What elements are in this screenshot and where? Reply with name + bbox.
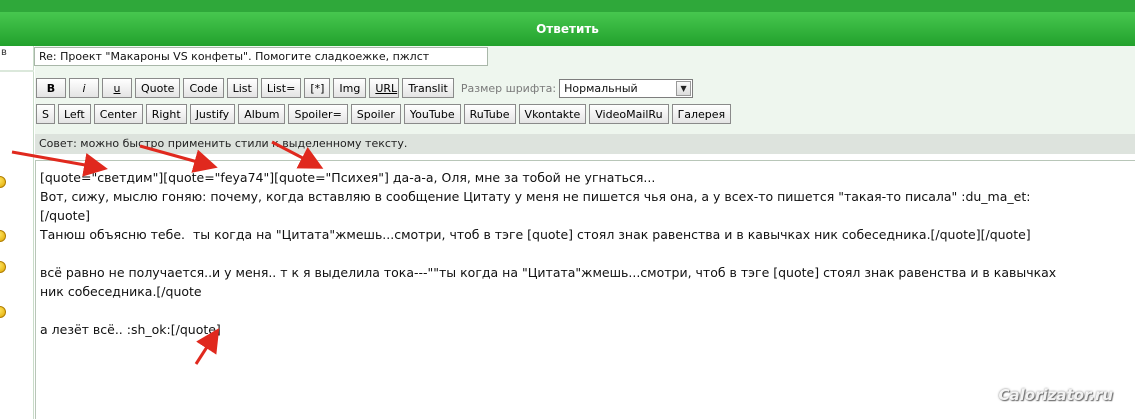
font-size-select[interactable]: Нормальный ▼: [559, 78, 694, 98]
subject-input[interactable]: [34, 47, 488, 66]
right-button[interactable]: Right: [145, 104, 187, 124]
font-size-label: Размер шрифта:: [460, 81, 557, 95]
toolbar-row-1: Bi u Quote Code List List= [*] Img URL Translit Ра…: [36, 78, 694, 98]
editor-line: Вот, сижу, мыслю гоняю: почему, когда вс…: [40, 189, 1031, 204]
bold-button[interactable]: B: [36, 78, 66, 98]
tip-bar: Совет: можно быстро применить стили к вы…: [35, 134, 1135, 154]
chevron-down-icon[interactable]: ▼: [676, 80, 692, 96]
list-item-button[interactable]: [*]: [304, 78, 331, 98]
rutube-button[interactable]: RuTube: [463, 104, 516, 124]
videomailru-button[interactable]: VideoMailRu: [589, 104, 669, 124]
spoiler-eq-button[interactable]: Spoiler=: [288, 104, 348, 124]
album-button[interactable]: Album: [238, 104, 286, 124]
justify-button[interactable]: Justify: [189, 104, 236, 124]
list-button[interactable]: List: [226, 78, 258, 98]
page-title: Ответить: [536, 22, 599, 36]
editor-line: [/quote]: [40, 208, 91, 223]
left-button[interactable]: Left: [57, 104, 91, 124]
top-strip: [0, 0, 1135, 12]
font-size-value: Нормальный: [564, 81, 638, 95]
reply-header: Ответить: [0, 12, 1135, 46]
editor-line: [quote="светдим"][quote="feya74"][quote=…: [40, 170, 656, 185]
img-button[interactable]: Img: [333, 78, 367, 98]
gallery-button[interactable]: Галерея: [671, 104, 732, 124]
editor-line: Танюш объясню тебе. ты когда на "Цитата"…: [40, 227, 1031, 242]
watermark: Calorizator.ru: [998, 386, 1113, 404]
code-button[interactable]: Code: [183, 78, 224, 98]
sidebar-divider: [0, 70, 34, 72]
toolbar-row-2: S Left Center Right Justify Album Spoiler= Spoi…: [36, 104, 732, 124]
url-button[interactable]: URL: [369, 78, 400, 98]
youtube-button[interactable]: YouTube: [403, 104, 461, 124]
quote-button[interactable]: Quote: [135, 78, 181, 98]
vkontakte-button[interactable]: Vkontakte: [518, 104, 587, 124]
underline-button[interactable]: u: [102, 78, 132, 98]
editor-line: всё равно не получается..и у меня.. т к …: [40, 265, 1057, 280]
strike-button[interactable]: S: [36, 104, 55, 124]
editor-line: а лезёт всё.. :sh_ok:[/quote]: [40, 322, 221, 337]
sidebar-label: в: [1, 47, 7, 58]
editor-line: ник собеседника.[/quote: [40, 284, 202, 299]
translit-button[interactable]: Translit: [402, 78, 454, 98]
message-text[interactable]: [quote="светдим"][quote="feya74"][quote=…: [40, 168, 1130, 339]
spoiler-button[interactable]: Spoiler: [350, 104, 401, 124]
center-button[interactable]: Center: [93, 104, 143, 124]
italic-button[interactable]: i: [69, 78, 99, 98]
list-eq-button[interactable]: List=: [260, 78, 302, 98]
